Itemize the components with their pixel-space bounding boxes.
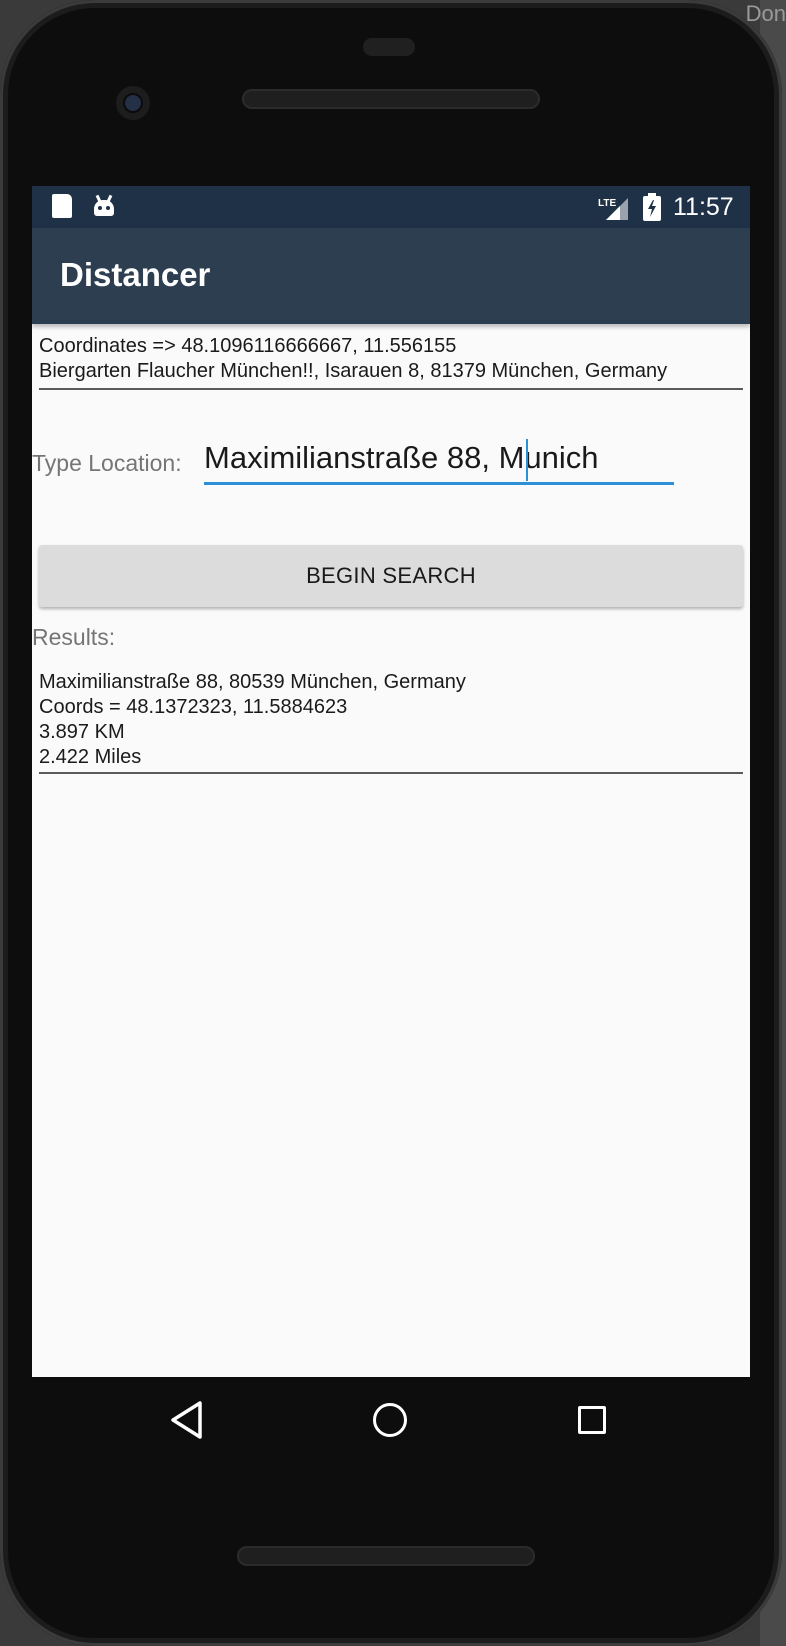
result-address: Maximilianstraße 88, 80539 München, Germ… — [39, 671, 466, 693]
origin-info: Coordinates => 48.1096116666667, 11.5561… — [39, 334, 743, 390]
status-bar: LTE 11:57 — [32, 186, 750, 228]
results-list: Maximilianstraße 88, 80539 München, Germ… — [39, 670, 743, 774]
device-screen: LTE 11:57 Distancer Coordinates => 48.10… — [32, 186, 750, 1377]
lte-signal-icon: LTE — [598, 198, 628, 220]
origin-address: Biergarten Flaucher München!!, Isarauen … — [39, 360, 668, 382]
results-label: Results: — [32, 624, 116, 650]
status-clock: 11:57 — [673, 193, 734, 221]
app-bar: Distancer — [32, 228, 750, 324]
back-icon[interactable] — [170, 1400, 204, 1440]
location-input[interactable] — [204, 434, 674, 485]
app-title: Distancer — [60, 256, 211, 293]
done-label[interactable]: Don — [746, 0, 786, 28]
front-camera — [116, 86, 150, 120]
battery-charging-icon — [643, 193, 661, 221]
svg-text:LTE: LTE — [598, 198, 616, 209]
sensor — [363, 38, 415, 56]
location-label: Type Location: — [32, 450, 182, 476]
text-cursor — [526, 439, 528, 481]
android-icon — [94, 194, 114, 218]
result-distance-miles: 2.422 Miles — [39, 746, 142, 768]
top-speaker — [242, 89, 540, 109]
sd-card-icon — [52, 194, 72, 218]
begin-search-button[interactable]: BEGIN SEARCH — [39, 545, 743, 607]
result-distance-km: 3.897 KM — [39, 721, 125, 743]
result-coords: Coords = 48.1372323, 11.5884623 — [39, 696, 348, 718]
phone-frame: LTE 11:57 Distancer Coordinates => 48.10… — [0, 0, 782, 1646]
bottom-speaker — [237, 1546, 535, 1566]
origin-coordinates: Coordinates => 48.1096116666667, 11.5561… — [39, 335, 457, 357]
home-icon[interactable] — [373, 1403, 407, 1437]
recents-icon[interactable] — [578, 1406, 606, 1434]
